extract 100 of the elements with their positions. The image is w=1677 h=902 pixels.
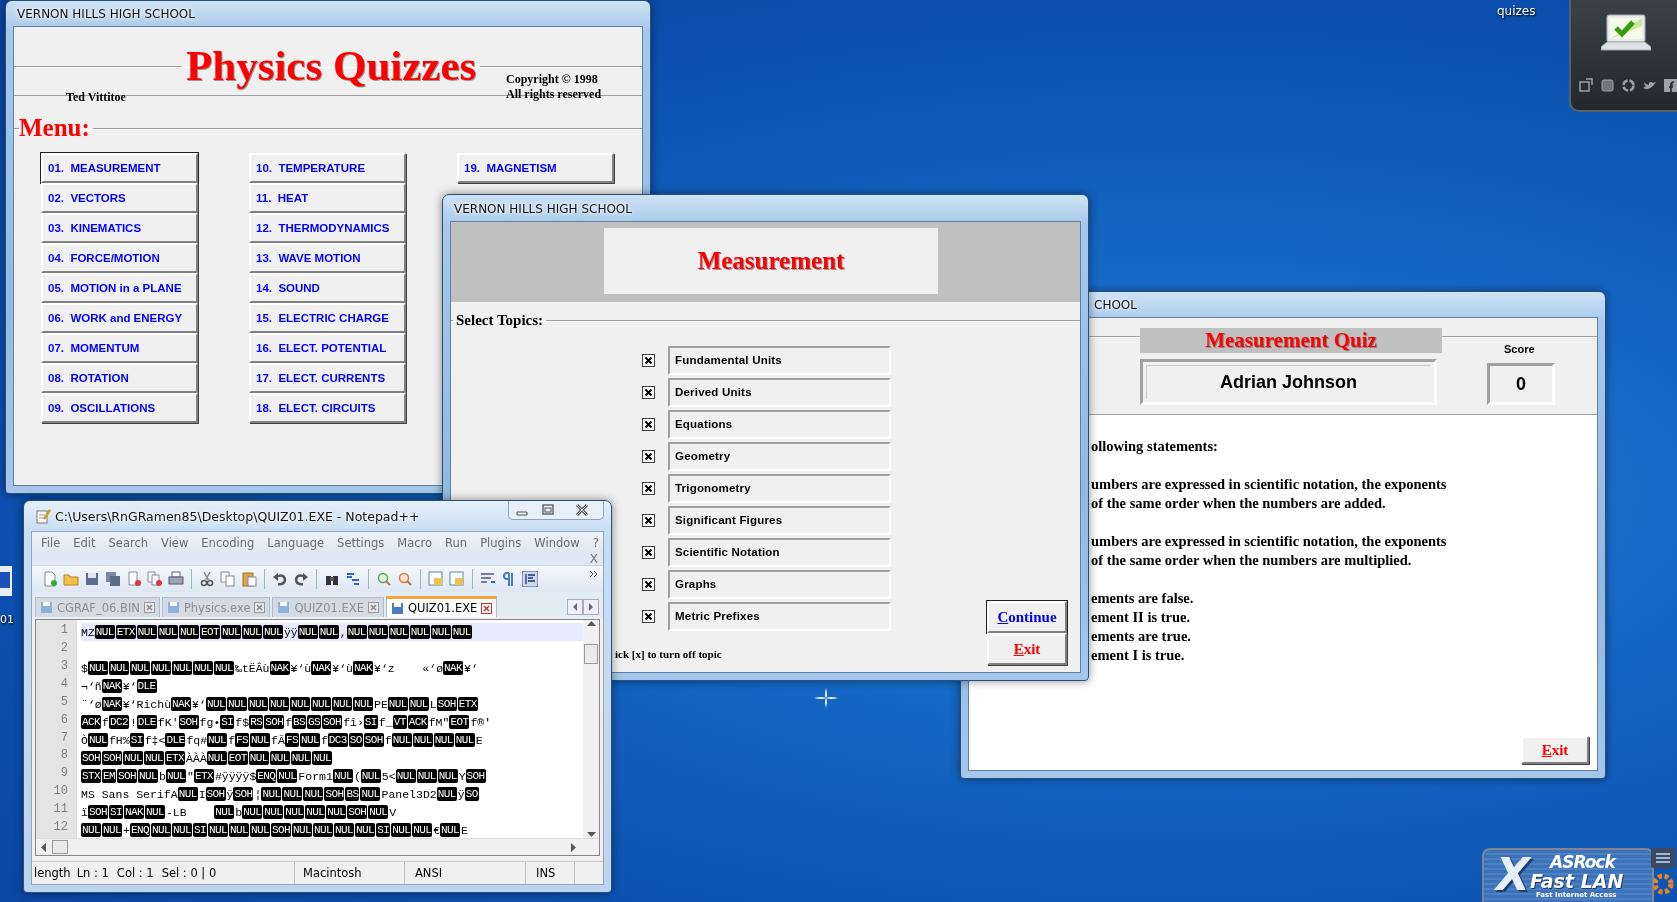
topic-button[interactable]: 04. FORCE/MOTION	[41, 243, 198, 273]
close-file-icon[interactable]	[126, 571, 142, 587]
checkbox[interactable]	[642, 577, 655, 591]
topic-button[interactable]: 02. VECTORS	[41, 183, 198, 213]
copyright-text: All rights reserved	[506, 87, 602, 102]
control-code: NUL	[355, 823, 376, 837]
close-icon[interactable]	[367, 602, 379, 613]
code-text: I	[198, 787, 206, 801]
topic-button[interactable]: 15. ELECTRIC CHARGE	[249, 303, 406, 333]
menu-item[interactable]: Language	[261, 536, 332, 550]
code-text: f	[228, 733, 236, 747]
checkbox[interactable]	[642, 481, 655, 495]
new-file-icon[interactable]	[42, 571, 58, 587]
spinner-icon[interactable]	[1651, 872, 1675, 896]
topic-button[interactable]: 19. MAGNETISM	[457, 153, 614, 183]
undo-icon[interactable]	[272, 571, 288, 587]
arrow-down-icon[interactable]	[586, 832, 596, 838]
control-code: NUL	[268, 697, 289, 711]
indent-guide-icon[interactable]	[522, 571, 538, 587]
menu-item[interactable]: Run	[439, 536, 475, 550]
paste-icon[interactable]	[241, 571, 257, 587]
desktop-shortcut-icon[interactable]	[0, 566, 12, 596]
topic-button[interactable]: 18. ELECT. CIRCUITS	[249, 393, 406, 423]
scissors-icon[interactable]	[199, 571, 215, 587]
menu-item[interactable]: File	[35, 536, 68, 550]
close-icon[interactable]	[481, 602, 493, 614]
menu-item[interactable]: Macro	[391, 536, 440, 550]
checkbox[interactable]	[642, 609, 655, 623]
checkbox[interactable]	[642, 385, 655, 399]
menu-item[interactable]: Plugins	[474, 536, 529, 550]
exit-button[interactable]: Exit	[987, 633, 1067, 665]
notepad-icon[interactable]	[35, 508, 51, 524]
chevron-icon[interactable]	[589, 569, 599, 579]
topic-button[interactable]: 09. OSCILLATIONS	[41, 393, 198, 423]
checkbox[interactable]	[642, 353, 655, 367]
topic-button[interactable]: 17. ELECT. CURRENTS	[249, 363, 406, 393]
code-text: €	[433, 823, 441, 837]
control-code: SI	[129, 733, 144, 747]
topic-button[interactable]: 06. WORK and ENERGY	[41, 303, 198, 333]
topic-button[interactable]: 01. MEASUREMENT	[41, 153, 198, 183]
list-icon[interactable]	[1651, 848, 1675, 868]
topic-button[interactable]: 12. THERMODYNAMICS	[249, 213, 406, 243]
zoom-out-icon[interactable]	[397, 571, 413, 587]
replace-icon[interactable]	[345, 571, 361, 587]
square-icon[interactable]	[1600, 78, 1615, 93]
menu-item[interactable]: ?	[586, 536, 603, 550]
control-code: NUL	[326, 805, 347, 819]
topic-button[interactable]: 03. KINEMATICS	[41, 213, 198, 243]
topic-button[interactable]: 05. MOTION in a PLANE	[41, 273, 198, 303]
close-icon[interactable]	[254, 602, 266, 613]
menu-item[interactable]: View	[155, 536, 196, 550]
zoom-in-icon[interactable]	[376, 571, 392, 587]
arrow-right-icon[interactable]	[571, 842, 577, 852]
menu-item[interactable]: Edit	[67, 536, 103, 550]
exit-button[interactable]: Exit	[1521, 736, 1589, 764]
desktop-icon-label[interactable]: 01	[0, 613, 14, 626]
checkbox[interactable]	[642, 417, 655, 431]
horizontal-scrollbar[interactable]	[36, 838, 599, 855]
topic-button[interactable]: 13. WAVE MOTION	[249, 243, 406, 273]
facebook-icon[interactable]	[1663, 78, 1677, 93]
file-tab[interactable]: QUIZ01.EXE	[385, 596, 498, 617]
close-icon[interactable]	[143, 602, 155, 613]
floppies-icon[interactable]	[105, 571, 121, 587]
code-text: !	[129, 715, 137, 729]
scroll-thumb[interactable]	[584, 644, 598, 664]
menu-item[interactable]: Settings	[331, 536, 392, 550]
control-code: SO	[464, 787, 479, 801]
line-number: 2	[59, 640, 69, 657]
topic-button[interactable]: 16. ELECT. POTENTIAL	[249, 333, 406, 363]
topic-button[interactable]: 07. MOMENTUM	[41, 333, 198, 363]
menu-item[interactable]: Search	[102, 536, 156, 550]
print-icon[interactable]	[168, 571, 184, 587]
continue-button[interactable]: Continue	[987, 601, 1067, 633]
menu-item[interactable]: Encoding	[195, 536, 262, 550]
menu-item[interactable]: Window	[528, 536, 587, 550]
arrow-left-icon[interactable]	[40, 842, 46, 852]
floppy-icon[interactable]	[84, 571, 100, 587]
topic-button[interactable]: 08. ROTATION	[41, 363, 198, 393]
refresh-icon[interactable]	[1621, 78, 1636, 93]
quiz-heading: Measurement Quiz	[1140, 328, 1442, 353]
checkbox[interactable]	[642, 513, 655, 527]
control-code: SI	[376, 823, 391, 837]
redo-icon[interactable]	[293, 571, 309, 587]
close-document-button[interactable]: X	[589, 552, 598, 565]
checkbox[interactable]	[642, 449, 655, 463]
vertical-scrollbar[interactable]	[583, 620, 599, 838]
window-icon[interactable]	[1579, 78, 1594, 93]
topic-label: Derived Units	[668, 377, 891, 407]
arrow-right-icon[interactable]	[583, 598, 599, 615]
scroll-thumb[interactable]	[52, 840, 68, 854]
arrow-up-icon[interactable]	[586, 620, 596, 626]
control-code: EM	[102, 769, 117, 783]
desktop-icon-label[interactable]: quizes	[1497, 4, 1536, 18]
checkbox[interactable]	[642, 545, 655, 559]
topic-button[interactable]: 11. HEAT	[249, 183, 406, 213]
topic-button[interactable]: 14. SOUND	[249, 273, 406, 303]
arrow-left-icon[interactable]	[567, 598, 583, 615]
close-files-icon[interactable]	[147, 571, 163, 587]
topic-button[interactable]: 10. TEMPERATURE	[249, 153, 406, 183]
code-text: ¥‘	[192, 697, 206, 711]
